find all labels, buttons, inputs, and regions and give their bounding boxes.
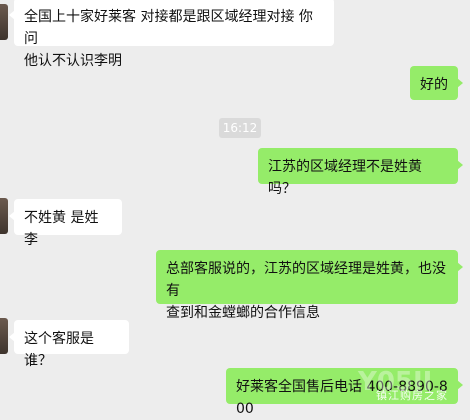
message-bubble-outgoing[interactable]: 好的 [410,66,463,100]
message-bubble-incoming[interactable]: 不姓黄 是姓李 [9,199,122,248]
message-bubble-outgoing[interactable]: 江苏的区域经理不是姓黄吗？ [258,148,463,197]
message-bubble-incoming[interactable]: 全国上十家好莱客 对接都是跟区域经理对接 你问 他认不认识李明 [9,0,334,69]
message-bubble-outgoing[interactable]: 总部客服说的，江苏的区域经理是姓黄，也没有 查到和金螳螂的合作信息 [156,250,463,321]
timestamp-divider: 16:12 [219,118,261,138]
watermark-text: 镇江购房之家 [376,389,448,402]
message-bubble-incoming[interactable]: 这个客服是谁？ [9,320,129,369]
chat-avatar-1[interactable] [0,4,8,40]
chat-avatar-2[interactable] [0,198,8,234]
chat-avatar-3[interactable] [0,318,8,354]
